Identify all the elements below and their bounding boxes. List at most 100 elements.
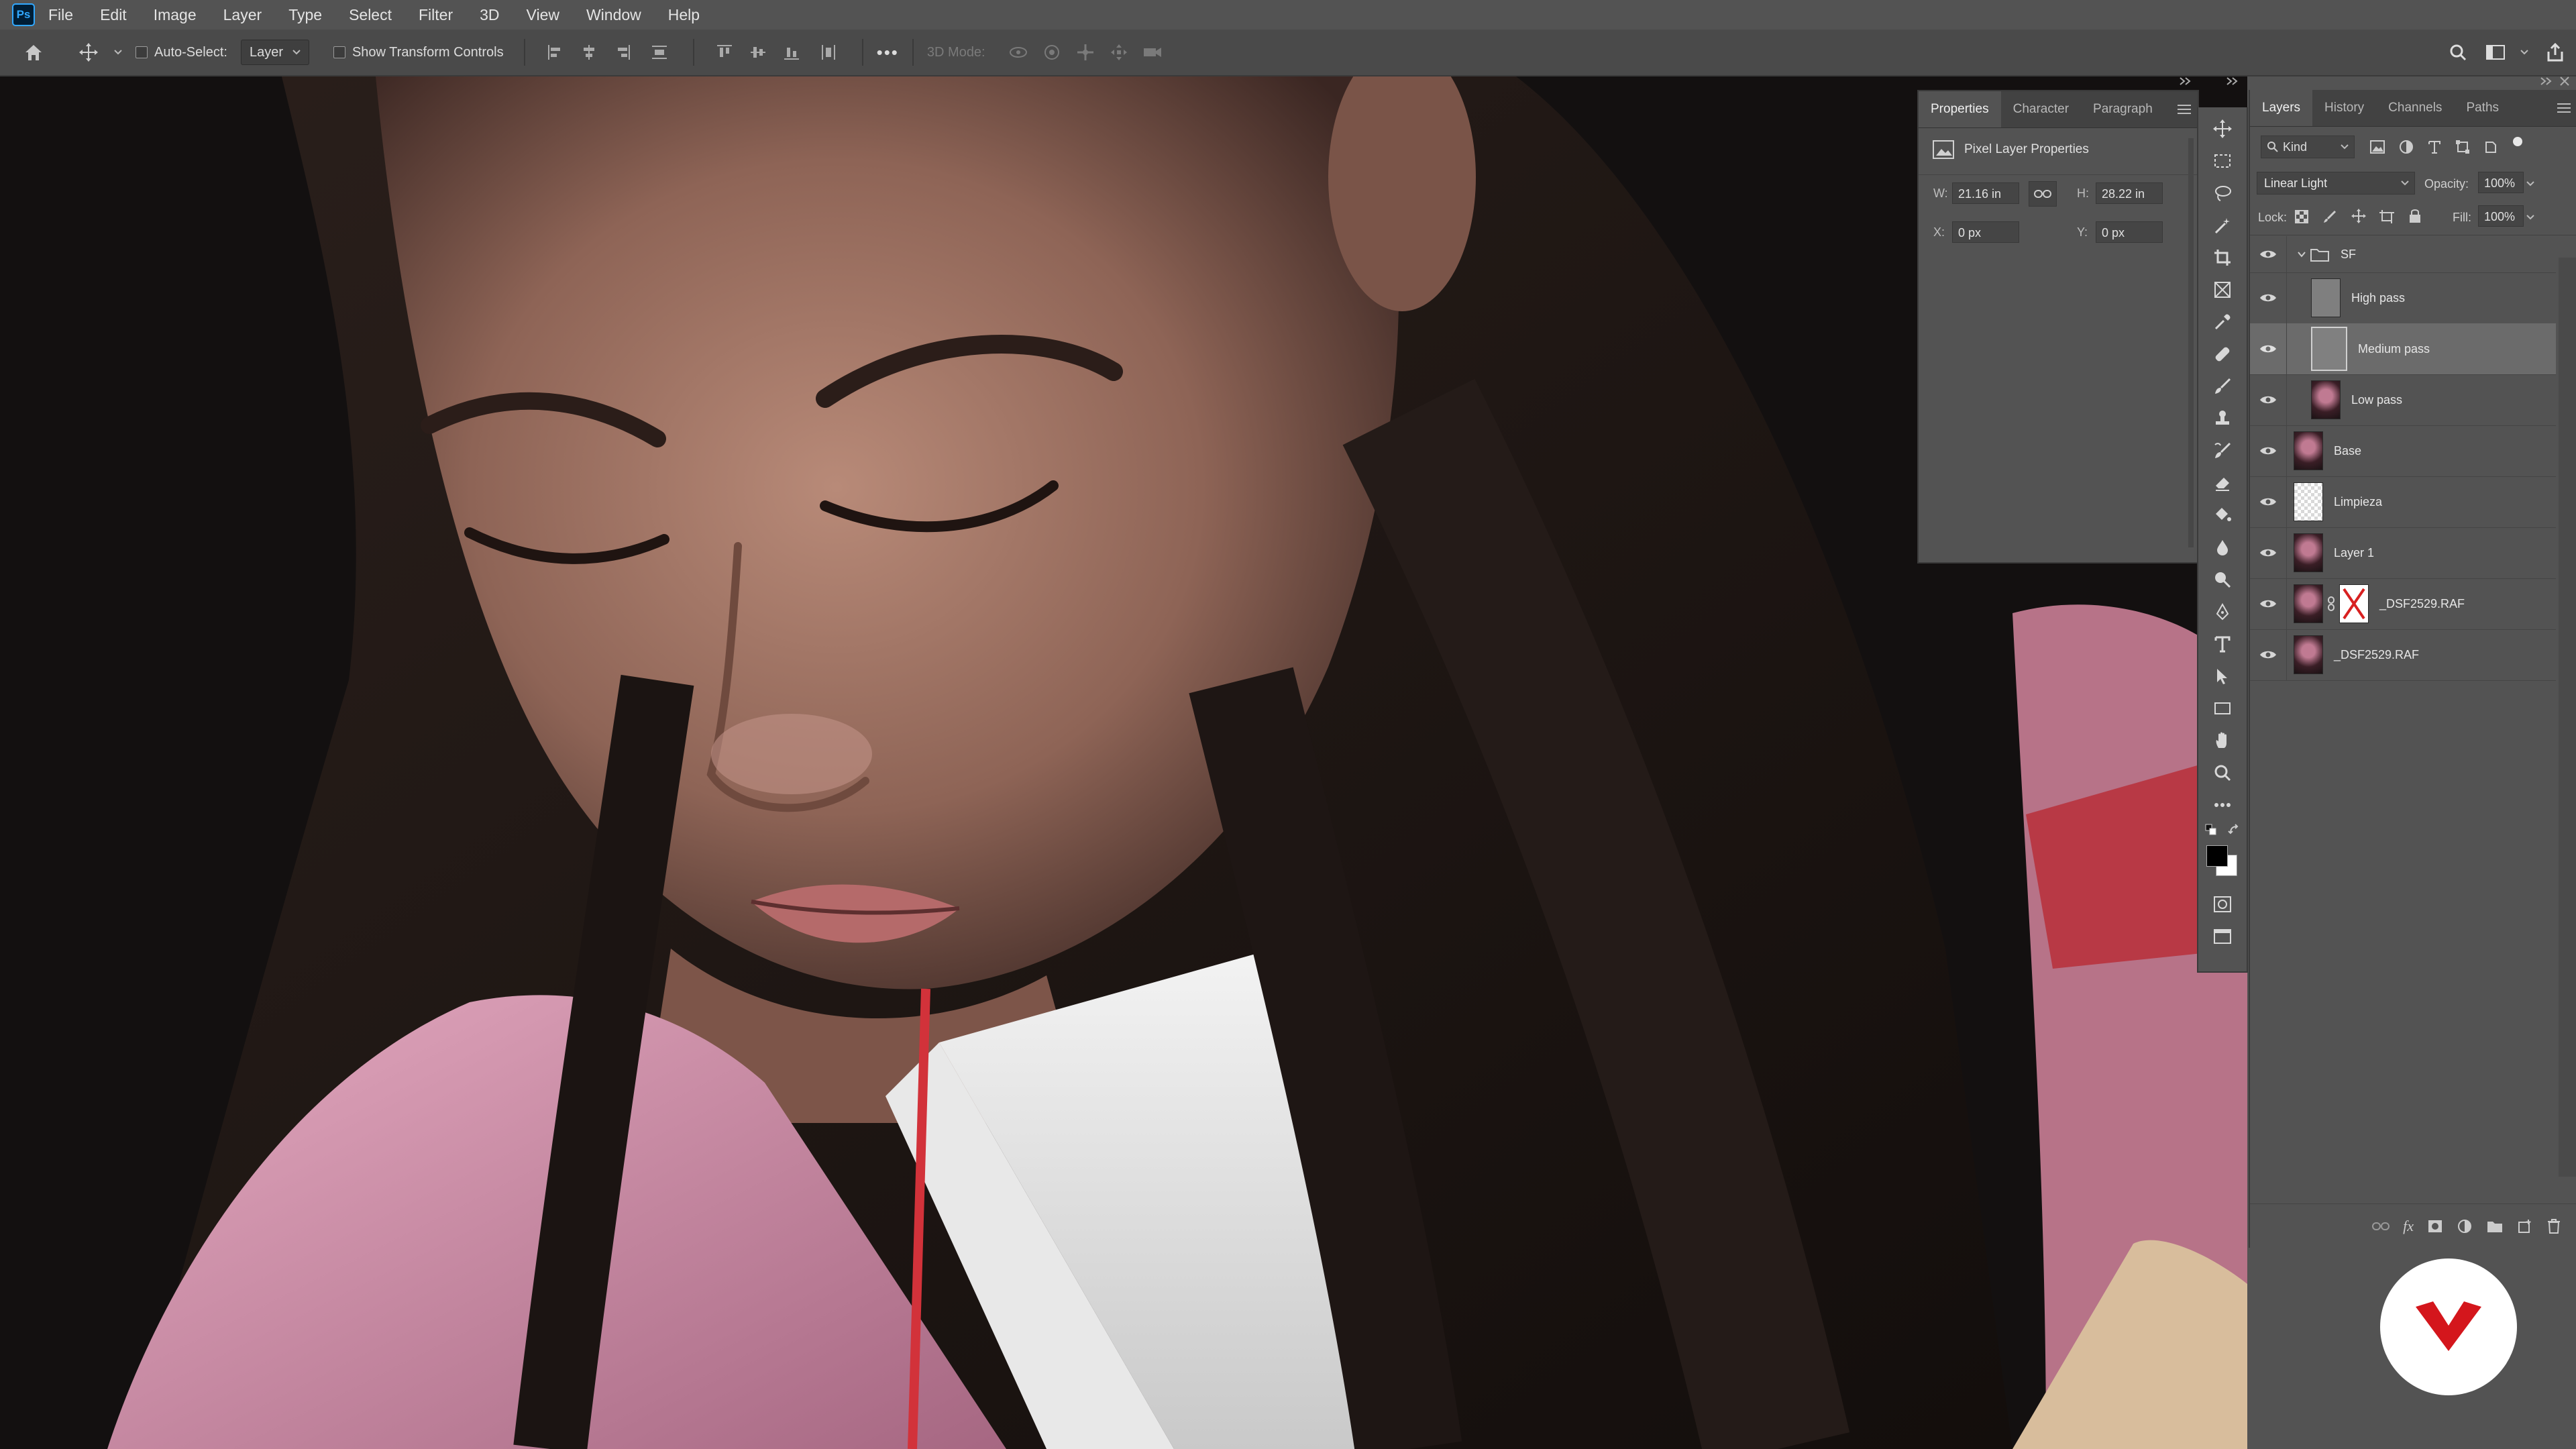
- lock-all-icon[interactable]: [2408, 208, 2422, 224]
- blur-tool[interactable]: [2198, 531, 2247, 564]
- collapse-panel-icon[interactable]: [2179, 76, 2192, 86]
- delete-layer-trash-icon[interactable]: [2546, 1218, 2561, 1234]
- healing-brush-tool[interactable]: [2198, 338, 2247, 370]
- menu-window[interactable]: Window: [586, 6, 641, 24]
- height-field[interactable]: 28.22 in: [2096, 182, 2163, 204]
- filter-smart-object-icon[interactable]: [2483, 140, 2498, 154]
- layer-style-fx-icon[interactable]: fx: [2403, 1218, 2414, 1235]
- lasso-tool[interactable]: [2198, 177, 2247, 209]
- tab-history[interactable]: History: [2312, 90, 2376, 126]
- layer-high-pass[interactable]: High pass: [2250, 272, 2556, 324]
- menu-filter[interactable]: Filter: [419, 6, 453, 24]
- eyedropper-tool[interactable]: [2198, 306, 2247, 338]
- align-bottom-icon[interactable]: [775, 30, 808, 75]
- visibility-eye-icon[interactable]: [2250, 272, 2287, 323]
- fill-field[interactable]: 100%: [2478, 205, 2524, 227]
- 3d-pan-icon[interactable]: [1069, 30, 1102, 75]
- x-field[interactable]: 0 px: [1952, 221, 2019, 243]
- visibility-eye-icon[interactable]: [2250, 425, 2287, 476]
- align-right-icon[interactable]: [606, 30, 639, 75]
- visibility-eye-icon[interactable]: [2250, 629, 2287, 680]
- visibility-eye-icon[interactable]: [2250, 323, 2287, 374]
- fill-chevron-icon[interactable]: [2526, 215, 2534, 220]
- align-vertical-center-icon[interactable]: [741, 30, 775, 75]
- layer-mask-thumbnail[interactable]: [2339, 584, 2369, 623]
- align-horizontal-center-icon[interactable]: [572, 30, 606, 75]
- zoom-tool[interactable]: [2198, 757, 2247, 789]
- more-options-button[interactable]: •••: [877, 42, 899, 63]
- layer-group-sf[interactable]: SF: [2250, 236, 2556, 273]
- blend-mode-dropdown[interactable]: Linear Light: [2257, 172, 2415, 195]
- pen-tool[interactable]: [2198, 596, 2247, 628]
- move-tool-icon[interactable]: [67, 30, 110, 75]
- menu-edit[interactable]: Edit: [100, 6, 127, 24]
- swap-colors-icon[interactable]: [2228, 824, 2240, 836]
- adjustment-layer-icon[interactable]: [2457, 1218, 2473, 1234]
- paint-bucket-tool[interactable]: [2198, 499, 2247, 531]
- 3d-slide-icon[interactable]: [1102, 30, 1136, 75]
- photoshop-logo[interactable]: Ps: [12, 3, 35, 26]
- align-left-icon[interactable]: [539, 30, 572, 75]
- home-icon[interactable]: [0, 30, 67, 75]
- menu-layer[interactable]: Layer: [223, 6, 262, 24]
- link-proportions-button[interactable]: [2029, 181, 2057, 207]
- brush-tool[interactable]: [2198, 370, 2247, 402]
- dodge-tool[interactable]: [2198, 564, 2247, 596]
- foreground-color-swatch[interactable]: [2206, 845, 2228, 867]
- opacity-chevron-icon[interactable]: [2526, 181, 2534, 186]
- history-brush-tool[interactable]: [2198, 435, 2247, 467]
- show-transform-checkbox[interactable]: [333, 46, 345, 58]
- collapse-toolbar-icon[interactable]: [2226, 76, 2239, 86]
- filter-shape-icon[interactable]: [2455, 140, 2470, 154]
- default-colors-icon[interactable]: [2205, 824, 2217, 836]
- y-field[interactable]: 0 px: [2096, 221, 2163, 243]
- eraser-tool[interactable]: [2198, 467, 2247, 499]
- 3d-camera-icon[interactable]: [1136, 30, 1169, 75]
- layer-dsf2529-masked[interactable]: _DSF2529.RAF: [2250, 578, 2556, 630]
- screen-mode-button[interactable]: [2198, 920, 2247, 953]
- lock-transparent-icon[interactable]: [2294, 209, 2309, 224]
- menu-image[interactable]: Image: [154, 6, 197, 24]
- rectangle-tool[interactable]: [2198, 692, 2247, 724]
- new-group-folder-icon[interactable]: [2486, 1219, 2504, 1234]
- crop-tool[interactable]: [2198, 241, 2247, 274]
- hand-tool[interactable]: [2198, 724, 2247, 757]
- lock-artboard-icon[interactable]: [2379, 209, 2395, 224]
- new-layer-icon[interactable]: [2517, 1218, 2533, 1234]
- visibility-eye-icon[interactable]: [2250, 578, 2287, 629]
- layers-panel-menu-icon[interactable]: [2551, 90, 2576, 126]
- tab-paths[interactable]: Paths: [2454, 90, 2511, 126]
- visibility-eye-icon[interactable]: [2250, 527, 2287, 578]
- add-mask-icon[interactable]: [2427, 1219, 2443, 1234]
- menu-select[interactable]: Select: [349, 6, 392, 24]
- filter-adjustment-icon[interactable]: [2399, 140, 2414, 154]
- layer-medium-pass[interactable]: Medium pass: [2250, 323, 2556, 375]
- tab-channels[interactable]: Channels: [2376, 90, 2454, 126]
- menu-3d[interactable]: 3D: [480, 6, 499, 24]
- layer-low-pass[interactable]: Low pass: [2250, 374, 2556, 426]
- tab-character[interactable]: Character: [2001, 91, 2081, 127]
- move-tool[interactable]: [2198, 113, 2247, 145]
- collapse-layers-icon[interactable]: [2540, 76, 2553, 86]
- distribute-horizontal-icon[interactable]: [808, 30, 849, 75]
- quick-mask-button[interactable]: [2198, 888, 2247, 920]
- lock-position-icon[interactable]: [2351, 208, 2367, 224]
- layer-limpieza[interactable]: Limpieza: [2250, 476, 2556, 528]
- filter-type-icon[interactable]: [2427, 140, 2442, 154]
- auto-select-checkbox[interactable]: [136, 46, 148, 58]
- workspace-chevron-icon[interactable]: [2514, 30, 2534, 75]
- filter-toggle-icon[interactable]: [2510, 134, 2525, 149]
- share-icon[interactable]: [2534, 30, 2576, 75]
- filter-pixel-icon[interactable]: [2369, 140, 2385, 154]
- tab-properties[interactable]: Properties: [1919, 91, 2001, 127]
- mask-link-icon[interactable]: [2327, 596, 2335, 611]
- layer-dsf2529[interactable]: _DSF2529.RAF: [2250, 629, 2556, 681]
- menu-view[interactable]: View: [527, 6, 559, 24]
- workspace-icon[interactable]: [2477, 30, 2514, 75]
- group-expand-chevron-icon[interactable]: [2298, 251, 2306, 258]
- edit-toolbar-button[interactable]: [2198, 789, 2247, 821]
- distribute-vertical-icon[interactable]: [639, 30, 680, 75]
- menu-type[interactable]: Type: [288, 6, 322, 24]
- close-panel-icon[interactable]: [2559, 75, 2571, 87]
- type-tool[interactable]: [2198, 628, 2247, 660]
